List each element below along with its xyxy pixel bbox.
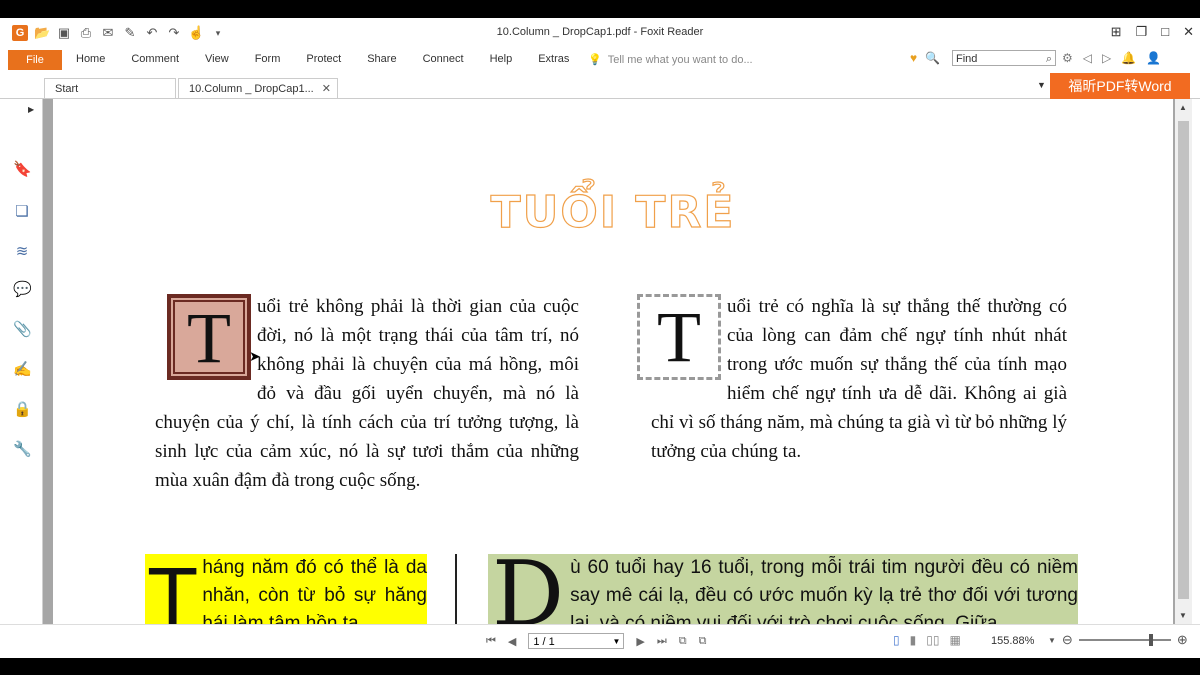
zoom-dropdown-icon[interactable]: ▼ (1048, 636, 1056, 645)
next-view-icon[interactable]: ⧉ (699, 635, 707, 648)
pdf-to-word-banner[interactable]: 福昕PDF转Word (1050, 73, 1190, 99)
menu-bar: File Home Comment View Form Protect Shar… (0, 48, 1200, 70)
window-title: 10.Column _ DropCap1.pdf - Foxit Reader (496, 26, 704, 38)
page-dropdown-icon[interactable]: ▼ (612, 634, 620, 650)
status-bar: ⏮ ◀ 1 / 1 ▼ ▶ ⏭ ⧉ ⧉ ▯ ▮ ▯▯ ▦ 155.88% ▼ ⊖ … (0, 624, 1200, 658)
menu-extras[interactable]: Extras (538, 53, 569, 65)
tab-list-dropdown-icon[interactable]: ▼ (1037, 80, 1046, 90)
tab-start-label: Start (55, 83, 79, 95)
search-icon[interactable]: ⌕ (1046, 51, 1052, 67)
gear-icon[interactable]: ⚙ (1062, 51, 1073, 65)
paragraph-4-text: ù 60 tuổi hay 16 tuổi, trong mỗi trái ti… (570, 557, 1078, 624)
tab-start[interactable]: Start (44, 78, 176, 98)
page-number-input[interactable]: 1 / 1 ▼ (528, 633, 625, 650)
menu-protect[interactable]: Protect (306, 53, 341, 65)
maximize-icon[interactable]: □ (1161, 24, 1169, 40)
tab-document-label: 10.Column _ DropCap1... (189, 83, 314, 95)
menu-home[interactable]: Home (76, 53, 105, 65)
single-page-icon[interactable]: ▯ (893, 633, 900, 647)
paragraph-4: D ù 60 tuổi hay 16 tuổi, trong mỗi trái … (488, 554, 1078, 624)
bookmark-icon[interactable]: 🔖 (13, 161, 32, 179)
paragraph-3-text: háng năm đó có thể là da nhăn, còn từ bỏ… (202, 557, 427, 624)
expand-panel-icon[interactable]: ▶ (28, 105, 34, 114)
ribbon-options-icon[interactable]: ⊞ (1111, 24, 1122, 40)
zoom-in-icon[interactable]: ⊕ (1177, 632, 1188, 648)
menu-form[interactable]: Form (255, 53, 281, 65)
document-title: TUỔI TRẺ (490, 186, 736, 238)
search-folder-icon[interactable]: 🔍 (925, 51, 940, 65)
find-input[interactable]: Find ⌕ (952, 50, 1056, 66)
next-page-icon[interactable]: ▶ (636, 635, 644, 648)
previous-view-icon[interactable]: ⧉ (679, 635, 687, 648)
continuous-facing-icon[interactable]: ▦ (949, 633, 960, 647)
scroll-down-icon[interactable]: ▼ (1179, 611, 1187, 620)
drop-cap-1: T (167, 294, 251, 380)
page-number-value: 1 / 1 (533, 636, 555, 648)
tell-me-text: Tell me what you want to do... (607, 53, 753, 66)
find-placeholder: Find (956, 53, 978, 65)
last-page-icon[interactable]: ⏭ (657, 635, 667, 648)
continuous-page-icon[interactable]: ▮ (910, 633, 917, 647)
title-bar: G 📂 ▣ ⎙ ✉ ✎ ↶ ↷ ☝ ▾ 10.Column _ DropCap1… (0, 18, 1200, 48)
mouse-cursor-icon: ➤ (249, 350, 261, 365)
zoom-out-icon[interactable]: ⊖ (1062, 632, 1073, 648)
pdf-page: TUỔI TRẺ T uổi trẻ không phải là thời gi… (53, 99, 1173, 624)
close-icon[interactable]: ✕ (1183, 24, 1194, 40)
back-icon[interactable]: ◁ (1083, 51, 1092, 65)
document-viewport[interactable]: TUỔI TRẺ T uổi trẻ không phải là thời gi… (43, 99, 1175, 624)
scrollbar-thumb[interactable] (1178, 121, 1189, 599)
first-page-icon[interactable]: ⏮ (486, 635, 496, 648)
vertical-scrollbar[interactable]: ▲ ▼ (1175, 99, 1192, 624)
forward-icon[interactable]: ▷ (1102, 51, 1111, 65)
menu-comment[interactable]: Comment (131, 53, 179, 65)
zoom-slider[interactable] (1078, 634, 1171, 646)
previous-page-icon[interactable]: ◀ (508, 635, 516, 648)
foxit-reader-window: G 📂 ▣ ⎙ ✉ ✎ ↶ ↷ ☝ ▾ 10.Column _ DropCap1… (0, 18, 1200, 658)
pages-icon[interactable]: ❏ (13, 203, 31, 221)
zoom-slider-knob[interactable] (1148, 634, 1153, 646)
facing-page-icon[interactable]: ▯▯ (926, 633, 939, 647)
close-tab-icon[interactable]: ✕ (322, 79, 331, 99)
drop-cap-2: T (637, 294, 721, 380)
tell-me-search[interactable]: 💡 Tell me what you want to do... (588, 53, 753, 67)
lock-icon[interactable]: 🔒 (13, 401, 32, 419)
restore-icon[interactable]: ❐ (1136, 24, 1148, 40)
bell-icon[interactable]: 🔔 (1121, 51, 1136, 65)
menu-view[interactable]: View (205, 53, 229, 65)
favorite-icon[interactable]: ♥ (910, 51, 917, 65)
paragraph-3: T háng năm đó có thể là da nhăn, còn từ … (145, 554, 427, 624)
paragraph-1: T uổi trẻ không phải là thời gian của cu… (155, 292, 579, 495)
zoom-level[interactable]: 155.88% (991, 635, 1034, 647)
menu-help[interactable]: Help (490, 53, 513, 65)
drop-cap-4: D (492, 554, 565, 624)
file-menu-button[interactable]: File (8, 50, 62, 70)
attachment-icon[interactable]: 📎 (13, 321, 32, 339)
layers-icon[interactable]: ≋ (13, 243, 31, 261)
left-navigation-panel: ▶ 🔖 ❏ ≋ 💬 📎 ✍ 🔒 🔧 (0, 99, 43, 624)
paragraph-2: T uổi trẻ có nghĩa là sự thắng thế thườn… (637, 292, 1067, 466)
document-tab-bar: Start 10.Column _ DropCap1... ✕ ▼ (0, 74, 1200, 99)
drop-cap-3: T (147, 554, 199, 624)
user-icon[interactable]: 👤 (1146, 51, 1161, 65)
signature-icon[interactable]: ✍ (13, 361, 32, 379)
scroll-up-icon[interactable]: ▲ (1179, 103, 1187, 112)
column-divider (455, 554, 457, 624)
lightbulb-icon: 💡 (588, 54, 602, 66)
menu-connect[interactable]: Connect (423, 53, 464, 65)
comments-icon[interactable]: 💬 (13, 281, 32, 299)
menu-share[interactable]: Share (367, 53, 396, 65)
tools-icon[interactable]: 🔧 (13, 441, 32, 459)
tab-document[interactable]: 10.Column _ DropCap1... ✕ (178, 78, 338, 98)
